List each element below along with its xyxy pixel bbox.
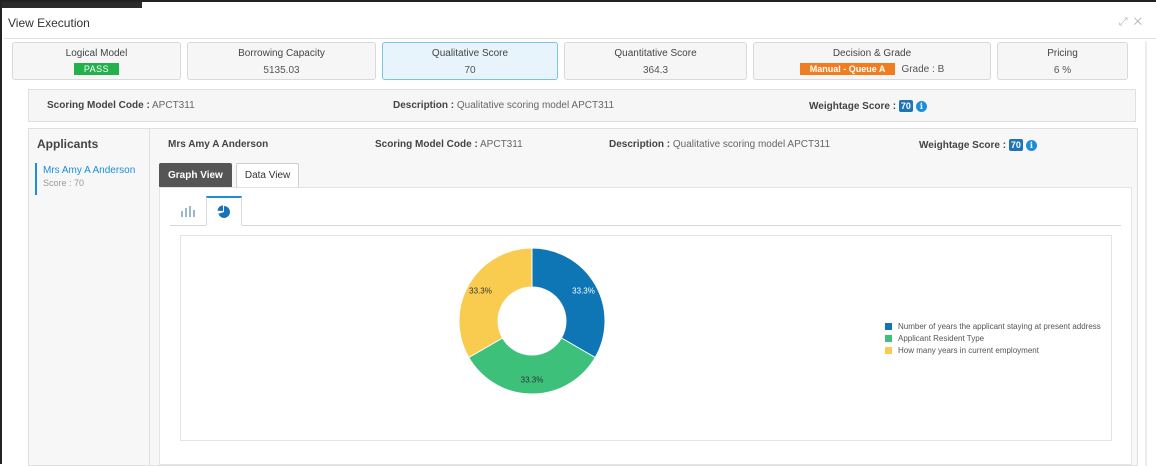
stage-qualitative-score[interactable]: Qualitative Score 70 xyxy=(382,42,558,80)
weightage-key: Weightage Score : xyxy=(919,140,1007,151)
legend-swatch xyxy=(885,346,892,354)
detail-weightage: Weightage Score : 70 i xyxy=(919,139,1037,151)
close-icon[interactable]: ✕ xyxy=(1134,16,1148,28)
legend-swatch xyxy=(885,322,892,330)
chart-type-tabs xyxy=(170,196,242,226)
donut-slice[interactable] xyxy=(458,247,533,359)
legend-item[interactable]: Applicant Resident Type xyxy=(885,332,1101,344)
tab-data-view[interactable]: Data View xyxy=(235,163,300,188)
window-title: View Execution xyxy=(8,16,90,30)
decision-badge: Manual - Queue A xyxy=(799,63,896,75)
chart-tab-divider xyxy=(170,225,1121,226)
applicants-title: Applicants xyxy=(37,137,99,151)
applicant-item[interactable]: Mrs Amy A Anderson Score : 70 xyxy=(35,163,143,195)
chart-legend: Number of years the applicant staying at… xyxy=(885,320,1101,356)
stage-tiles: Logical Model PASS Borrowing Capacity 51… xyxy=(12,42,1138,80)
pie-chart-icon xyxy=(217,204,231,218)
stage-label: Decision & Grade xyxy=(832,48,912,59)
stage-decision-grade[interactable]: Decision & Grade Manual - Queue A Grade :… xyxy=(753,42,991,80)
view-execution-window: View Execution ⤢✕ Logical Model PASS Bor… xyxy=(0,0,1156,466)
title-divider xyxy=(4,38,1156,39)
summary-model-code: Scoring Model Code : APCT311 xyxy=(47,100,195,111)
view-tabs: Graph View Data View xyxy=(159,163,300,188)
applicant-heading: Mrs Amy A Anderson xyxy=(168,139,269,150)
stage-value: 5135.03 xyxy=(263,65,300,76)
applicant-panel: Applicants Mrs Amy A Anderson Score : 70… xyxy=(28,128,1138,466)
slice-data-label: 33.3% xyxy=(572,286,595,295)
stage-pricing[interactable]: Pricing 6 % xyxy=(997,42,1128,80)
legend-swatch xyxy=(885,334,892,342)
legend-item[interactable]: Number of years the applicant staying at… xyxy=(885,320,1101,332)
detail-model-code: Scoring Model Code : APCT311 xyxy=(375,139,523,150)
stage-value: 70 xyxy=(464,65,476,76)
stage-label: Quantitative Score xyxy=(614,48,697,59)
weightage-key: Weightage Score : xyxy=(809,101,897,112)
weightage-badge: 70 xyxy=(898,100,913,112)
summary-description: Description : Qualitative scoring model … xyxy=(393,100,614,111)
legend-item[interactable]: How many years in current employment xyxy=(885,344,1101,356)
stage-value: 6 % xyxy=(1053,65,1072,76)
donut-slice[interactable] xyxy=(531,247,606,359)
bar-chart-tab[interactable] xyxy=(170,196,206,226)
stage-logical-model[interactable]: Logical Model PASS xyxy=(12,42,181,80)
grade-text: Grade : B xyxy=(901,64,945,75)
description-key: Description : xyxy=(393,100,455,111)
info-icon[interactable]: i xyxy=(915,101,927,112)
description-key: Description : xyxy=(609,139,671,150)
description-value: Qualitative scoring model APCT311 xyxy=(456,100,615,111)
top-accent-bar xyxy=(2,2,142,8)
stage-value: 364.3 xyxy=(642,65,669,76)
stage-label: Borrowing Capacity xyxy=(238,48,325,59)
detail-description: Description : Qualitative scoring model … xyxy=(609,139,830,150)
stage-label: Pricing xyxy=(1047,48,1078,59)
chart-area: 33.3% 33.3% 33.3% Number of years the appl… xyxy=(180,235,1112,441)
info-icon[interactable]: i xyxy=(1025,140,1037,151)
graph-panel: 33.3% 33.3% 33.3% Number of years the appl… xyxy=(159,187,1132,465)
stage-label: Qualitative Score xyxy=(431,48,509,59)
scoring-summary-strip: Scoring Model Code : APCT311 Description… xyxy=(28,89,1136,122)
stage-label: Logical Model xyxy=(65,48,128,59)
window-controls: ⤢✕ xyxy=(1119,16,1148,29)
legend-label: Number of years the applicant staying at… xyxy=(898,321,1101,331)
tab-graph-view[interactable]: Graph View xyxy=(159,163,232,188)
stage-borrowing-capacity[interactable]: Borrowing Capacity 5135.03 xyxy=(187,42,376,80)
scrollbar[interactable] xyxy=(1145,42,1147,466)
legend-label: Applicant Resident Type xyxy=(898,333,985,343)
applicant-score: Score : 70 xyxy=(43,178,85,188)
model-code-key: Scoring Model Code : xyxy=(47,100,150,111)
description-value: Qualitative scoring model APCT311 xyxy=(672,139,831,150)
expand-icon[interactable]: ⤢ xyxy=(1119,16,1134,28)
model-code-value: APCT311 xyxy=(152,100,195,111)
model-code-value: APCT311 xyxy=(480,139,523,150)
pie-chart-tab[interactable] xyxy=(206,196,242,226)
bar-chart-icon xyxy=(181,206,195,217)
pass-badge: PASS xyxy=(73,63,120,75)
slice-data-label: 33.3% xyxy=(469,286,492,295)
applicant-name: Mrs Amy A Anderson xyxy=(43,165,136,176)
stage-quantitative-score[interactable]: Quantitative Score 364.3 xyxy=(564,42,747,80)
slice-data-label: 33.3% xyxy=(521,376,544,385)
legend-label: How many years in current employment xyxy=(898,345,1039,355)
applicants-sidebar: Applicants Mrs Amy A Anderson Score : 70 xyxy=(29,129,150,465)
model-code-key: Scoring Model Code : xyxy=(375,139,478,150)
weightage-badge: 70 xyxy=(1008,139,1023,151)
applicant-detail: Mrs Amy A Anderson Scoring Model Code : … xyxy=(159,129,1135,465)
summary-weightage: Weightage Score : 70 i xyxy=(809,100,927,112)
